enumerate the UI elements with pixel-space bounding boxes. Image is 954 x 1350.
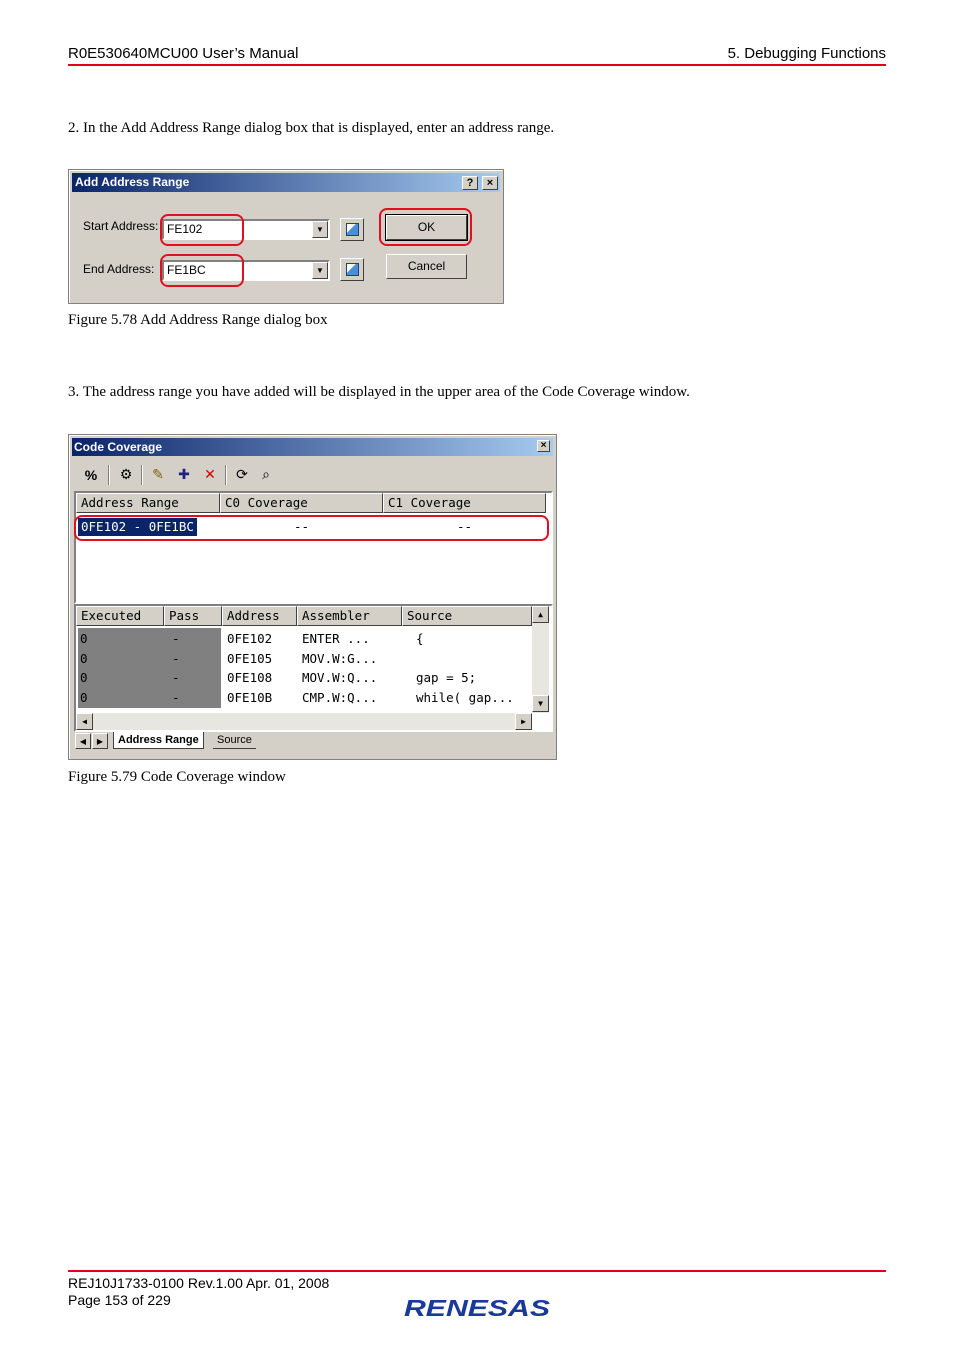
header-rule [68, 64, 886, 66]
address-cell: 0FE108 [227, 670, 273, 685]
column-c0-coverage[interactable]: C0 Coverage [220, 493, 383, 513]
assembler-cell: MOV.W:Q... [302, 670, 378, 685]
find-icon[interactable]: ⌕ [255, 465, 277, 485]
executed-cell: 0 [80, 651, 88, 666]
horizontal-scrollbar[interactable]: ◀ ▶ [76, 713, 532, 730]
edit-range-icon[interactable]: ✎ [147, 465, 169, 485]
column-source[interactable]: Source [402, 606, 532, 626]
column-assembler[interactable]: Assembler [297, 606, 402, 626]
window-title: Code Coverage [74, 440, 163, 454]
close-button[interactable]: × [482, 176, 498, 190]
document-reference: REJ10J1733-0100 Rev.1.00 Apr. 01, 2008 [68, 1275, 330, 1291]
start-highlight-ring [160, 214, 244, 246]
executed-cell: 0 [80, 690, 88, 705]
close-button[interactable]: × [537, 440, 550, 452]
assembler-cell: MOV.W:G... [302, 651, 378, 666]
refresh-icon[interactable]: ⟳ [231, 465, 253, 485]
source-cell: gap = 5; [416, 670, 477, 685]
browse-icon [346, 263, 359, 276]
dialog-title: Add Address Range [75, 175, 190, 189]
tab-address-range[interactable]: Address Range [113, 732, 204, 749]
section-title: 5. Debugging Functions [727, 45, 886, 62]
assembler-cell: CMP.W:Q... [302, 690, 378, 705]
source-cell: while( gap... [416, 690, 514, 705]
toolbar-separator [141, 465, 143, 485]
start-address-browse-button[interactable] [340, 218, 364, 241]
add-address-range-dialog: Add Address Range ? × Start Address: FE1… [68, 169, 504, 304]
page-number: Page 153 of 229 [68, 1292, 171, 1308]
pass-cell: - [172, 670, 180, 685]
tab-scroll-left-icon[interactable]: ◀ [75, 733, 91, 749]
pass-cell: - [172, 631, 180, 646]
scroll-up-icon[interactable]: ▲ [532, 606, 549, 623]
toolbar-separator [225, 465, 227, 485]
logo-text: RENESAS [404, 1295, 551, 1321]
column-address[interactable]: Address [222, 606, 297, 626]
scroll-right-icon[interactable]: ▶ [515, 713, 532, 730]
range-highlight-ring [74, 515, 549, 541]
end-address-browse-button[interactable] [340, 258, 364, 281]
scroll-left-icon[interactable]: ◀ [76, 713, 93, 730]
code-coverage-window: Code Coverage × % ⚙ ✎ ✚ ✕ ⟳ ⌕ Address Ra… [68, 434, 557, 760]
column-c1-coverage[interactable]: C1 Coverage [383, 493, 546, 513]
settings-icon[interactable]: ⚙ [115, 465, 137, 485]
address-range-list: Address Range C0 Coverage C1 Coverage 0F… [74, 491, 553, 604]
cancel-button[interactable]: Cancel [386, 254, 467, 279]
chevron-down-icon[interactable]: ▼ [312, 262, 328, 279]
toolbar: % ⚙ ✎ ✚ ✕ ⟳ ⌕ [73, 461, 551, 491]
help-button[interactable]: ? [462, 176, 478, 190]
tab-strip: ◀ ▶ Address Range Source [73, 732, 553, 752]
column-pass[interactable]: Pass [164, 606, 222, 626]
step-3-text: 3. The address range you have added will… [68, 384, 690, 400]
chevron-down-icon[interactable]: ▼ [312, 221, 328, 238]
manual-title: R0E530640MCU00 User’s Manual [68, 45, 299, 62]
figure-5-78-caption: Figure 5.78 Add Address Range dialog box [68, 312, 328, 328]
end-address-label: End Address: [83, 262, 155, 276]
executed-cell: 0 [80, 631, 88, 646]
step-2-text: 2. In the Add Address Range dialog box t… [68, 120, 555, 136]
vertical-scrollbar[interactable]: ▲ ▼ [532, 606, 549, 713]
pass-cell: - [172, 690, 180, 705]
source-cell: { [416, 631, 424, 646]
ok-highlight-ring [379, 208, 472, 246]
delete-range-icon[interactable]: ✕ [199, 465, 221, 485]
tab-scroll-right-icon[interactable]: ▶ [92, 733, 108, 749]
dialog-titlebar: Add Address Range ? × [72, 173, 500, 192]
toolbar-separator [108, 465, 110, 485]
address-cell: 0FE105 [227, 651, 273, 666]
browse-icon [346, 223, 359, 236]
footer-rule [68, 1270, 886, 1272]
coverage-detail-list: Executed Pass Address Assembler Source 0… [74, 604, 553, 732]
start-address-label: Start Address: [83, 219, 159, 233]
column-address-range[interactable]: Address Range [76, 493, 220, 513]
scroll-down-icon[interactable]: ▼ [532, 695, 549, 712]
assembler-cell: ENTER ... [302, 631, 370, 646]
window-titlebar: Code Coverage × [72, 438, 553, 456]
figure-5-79-caption: Figure 5.79 Code Coverage window [68, 769, 286, 785]
renesas-logo: RENESAS [404, 1295, 551, 1321]
pass-cell: - [172, 651, 180, 666]
percent-icon[interactable]: % [80, 465, 102, 485]
executed-cell: 0 [80, 670, 88, 685]
column-executed[interactable]: Executed [76, 606, 164, 626]
add-range-icon[interactable]: ✚ [173, 465, 195, 485]
address-cell: 0FE10B [227, 690, 273, 705]
end-highlight-ring [160, 254, 244, 287]
address-cell: 0FE102 [227, 631, 273, 646]
tab-source[interactable]: Source [213, 732, 256, 749]
executed-shading [78, 628, 221, 708]
